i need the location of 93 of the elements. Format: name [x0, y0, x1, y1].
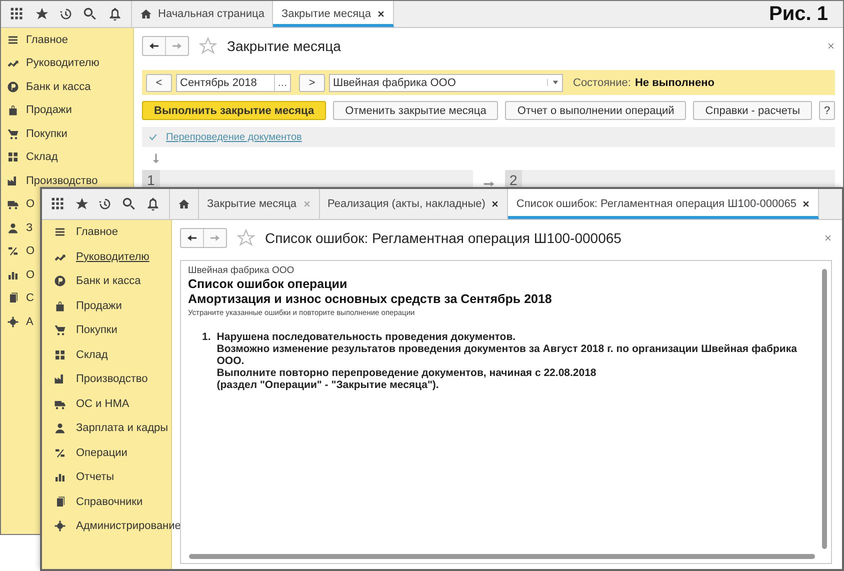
search-icon[interactable] — [83, 7, 98, 21]
tab[interactable]: Закрытие месяца — [273, 1, 394, 27]
cart-icon — [54, 324, 66, 336]
menu-icon — [54, 226, 66, 238]
sidebar-item[interactable]: Продажи — [76, 300, 122, 312]
next-period-button[interactable]: > — [299, 74, 325, 92]
report-heading: Список ошибок операции — [188, 277, 348, 291]
sidebar-item[interactable]: Зарплата и кадры — [76, 422, 168, 434]
sidebar-item[interactable]: Продажи — [26, 104, 72, 116]
caret-icon[interactable] — [552, 79, 558, 86]
books-icon — [7, 292, 19, 304]
sidebar-item[interactable]: С — [26, 292, 34, 304]
sidebar-item[interactable]: ОС и НМА — [76, 398, 130, 410]
apps-icon[interactable] — [50, 197, 65, 211]
sidebar-item[interactable]: Главное — [26, 34, 68, 46]
sidebar-item[interactable]: Покупки — [26, 128, 68, 140]
sidebar-item[interactable]: Руководителю — [76, 250, 150, 263]
books-icon — [54, 496, 66, 508]
help-button[interactable]: ? — [819, 101, 835, 120]
truck-icon — [7, 198, 19, 210]
sidebar-item[interactable]: З — [26, 222, 33, 234]
error-number: 1. — [202, 331, 211, 345]
vertical-scrollbar[interactable] — [822, 269, 827, 549]
error-text: Возможно изменение результатов проведения документов за Август 2018 г. по организации Швейная фабрика ООО. — [216, 343, 797, 367]
error-text: Нарушена последовательность проведения документов. — [216, 331, 517, 343]
sidebar-item[interactable]: Покупки — [76, 324, 118, 336]
page-title: Закрытие месяца — [227, 38, 341, 54]
history-icon[interactable] — [98, 197, 112, 211]
sidebar-item[interactable]: А — [26, 316, 34, 328]
previous-period-button[interactable]: < — [146, 74, 172, 92]
sidebar-item[interactable]: Главное — [76, 226, 118, 238]
organization-field[interactable]: Швейная фабрика ООО — [329, 74, 563, 92]
history-icon[interactable] — [58, 7, 73, 21]
action-button[interactable]: Отчет о выполнении операций — [505, 101, 686, 120]
sidebar-item[interactable]: Склад — [76, 348, 108, 361]
search-icon[interactable] — [122, 197, 136, 211]
home-icon — [140, 8, 152, 20]
period-field[interactable]: Сентябрь 2018 ... — [176, 74, 291, 92]
report-organization: Швейная фабрика ООО — [188, 265, 296, 276]
status-label: Состояние: — [573, 76, 631, 88]
horizontal-scrollbar[interactable] — [189, 554, 815, 559]
person-icon — [54, 422, 66, 434]
menu-icon — [7, 34, 19, 46]
ledger-icon — [7, 245, 19, 258]
coin-icon — [54, 275, 66, 288]
bell-icon[interactable] — [108, 7, 122, 21]
sidebar-item[interactable]: Руководителю — [26, 57, 100, 70]
cart-icon — [7, 128, 19, 140]
star-icon[interactable] — [74, 197, 89, 211]
page-title: Список ошибок: Регламентная операция Ш100-000065 — [265, 230, 622, 246]
sidebar-item[interactable]: Производство — [76, 373, 148, 386]
star-icon[interactable] — [34, 7, 49, 21]
tab[interactable]: Список ошибок: Регламентная операция Ш100-000065 — [508, 189, 820, 219]
grid-icon — [54, 348, 66, 361]
sidebar-item[interactable]: Склад — [26, 151, 58, 164]
close-icon[interactable] — [376, 10, 385, 18]
sidebar-item[interactable]: Банк и касса — [76, 275, 141, 288]
figure-label: Рис. 1 — [769, 3, 828, 26]
close-icon[interactable] — [491, 200, 500, 208]
factory-icon — [7, 174, 19, 187]
apps-icon[interactable] — [10, 7, 24, 21]
person-icon — [7, 222, 19, 234]
sidebar-item[interactable]: О — [26, 198, 35, 210]
sidebar-item[interactable]: Производство — [26, 174, 98, 187]
action-button[interactable]: Справки - расчеты — [693, 101, 812, 120]
bag-icon — [7, 104, 19, 116]
close-icon[interactable] — [802, 200, 810, 208]
grid-icon — [7, 151, 19, 164]
star-icon[interactable] — [199, 37, 217, 55]
error-text: (раздел "Операции" - "Закрытие месяца"). — [216, 379, 440, 391]
tab[interactable]: Закрытие месяца — [199, 189, 320, 219]
star-icon[interactable] — [237, 229, 255, 247]
report-subheading: Амортизация и износ основных средств за Сентябрь 2018 — [188, 292, 553, 306]
action-button[interactable]: Выполнить закрытие месяца — [142, 101, 326, 120]
coin-icon — [7, 80, 19, 93]
sidebar-item[interactable]: Операции — [76, 446, 128, 459]
sidebar-item[interactable]: Отчеты — [76, 471, 114, 484]
sidebar-item[interactable]: Администрирование — [76, 520, 181, 532]
sidebar-item[interactable]: Справочники — [76, 496, 143, 508]
sidebar-item[interactable]: О — [26, 245, 35, 258]
bag-icon — [54, 300, 66, 312]
sidebar-item[interactable]: О — [26, 268, 35, 281]
right-arrow-icon — [482, 180, 494, 188]
down-arrow-icon — [152, 153, 160, 164]
action-button[interactable]: Отменить закрытие месяца — [333, 101, 498, 120]
error-text: Выполните повторно перепроведение документов, начиная с 22.08.2018 — [216, 367, 598, 379]
bell-icon[interactable] — [146, 197, 160, 211]
sidebar-item[interactable]: Банк и касса — [26, 80, 91, 93]
bar-chart-icon — [54, 471, 66, 484]
home-icon — [178, 198, 190, 210]
ledger-icon — [54, 446, 66, 459]
factory-icon — [54, 373, 66, 386]
status-value: Не выполнено — [634, 76, 714, 88]
